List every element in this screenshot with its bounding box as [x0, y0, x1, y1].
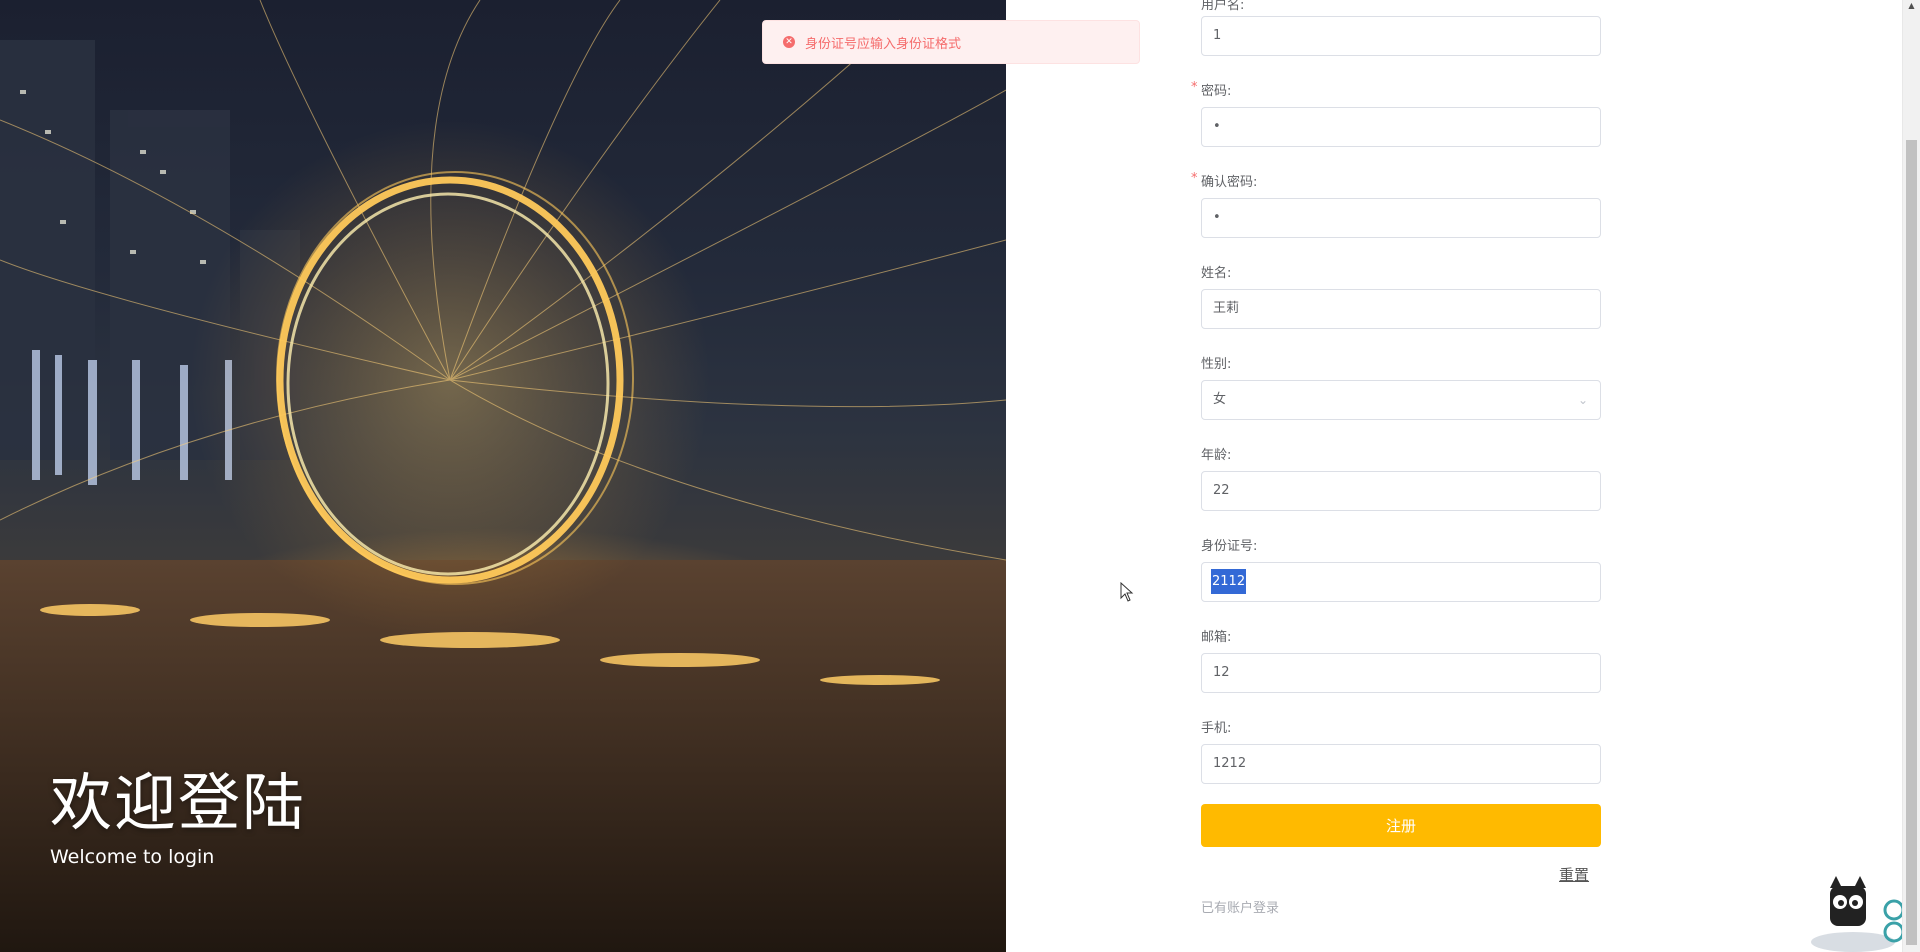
required-mark: *: [1191, 171, 1198, 186]
chevron-down-icon: ⌄: [1577, 393, 1588, 407]
confirm-password-input[interactable]: •: [1201, 198, 1601, 238]
register-page: 欢迎登陆 Welcome to login ✕ 身份证号应输入身份证格式 用户名…: [0, 0, 1920, 952]
scroll-up-icon[interactable]: ▲: [1903, 0, 1920, 12]
confirm-password-label: * 确认密码:: [1191, 171, 1258, 190]
email-input[interactable]: 12: [1201, 653, 1601, 693]
gender-select[interactable]: 女 ⌄: [1201, 380, 1601, 420]
name-input[interactable]: 王莉: [1201, 289, 1601, 329]
gender-label: 性别:: [1201, 357, 1232, 372]
reset-link[interactable]: 重置: [1559, 864, 1589, 885]
phone-input[interactable]: 1212: [1201, 744, 1601, 784]
name-label: 姓名:: [1201, 266, 1232, 281]
toast-message: 身份证号应输入身份证格式: [805, 36, 962, 52]
login-link[interactable]: 已有账户登录: [1201, 897, 1279, 916]
mouse-cursor-icon: [1120, 582, 1134, 602]
age-input[interactable]: 22: [1201, 471, 1601, 511]
id-number-input[interactable]: 2112: [1201, 562, 1601, 602]
password-label: * 密码:: [1191, 80, 1232, 99]
email-label: 邮箱:: [1201, 630, 1232, 645]
username-label: 用户名:: [1201, 0, 1245, 13]
page-scrollbar[interactable]: ▲: [1902, 0, 1920, 952]
age-label: 年龄:: [1201, 448, 1232, 463]
required-mark: *: [1191, 80, 1198, 95]
hero-image: 欢迎登陆 Welcome to login: [0, 0, 1006, 952]
error-circle-icon: ✕: [783, 36, 795, 48]
selected-text: 2112: [1211, 569, 1247, 594]
id-number-label: 身份证号:: [1201, 539, 1258, 554]
error-toast: ✕ 身份证号应输入身份证格式: [762, 20, 1140, 64]
phone-label: 手机:: [1201, 721, 1232, 736]
register-button[interactable]: 注册: [1201, 804, 1601, 847]
mascot-icon: [1811, 876, 1905, 952]
hero-subtitle: Welcome to login: [50, 846, 215, 868]
username-input[interactable]: 1: [1201, 16, 1601, 56]
hero-title: 欢迎登陆: [50, 766, 307, 839]
scroll-thumb[interactable]: [1906, 140, 1917, 945]
password-input[interactable]: •: [1201, 107, 1601, 147]
